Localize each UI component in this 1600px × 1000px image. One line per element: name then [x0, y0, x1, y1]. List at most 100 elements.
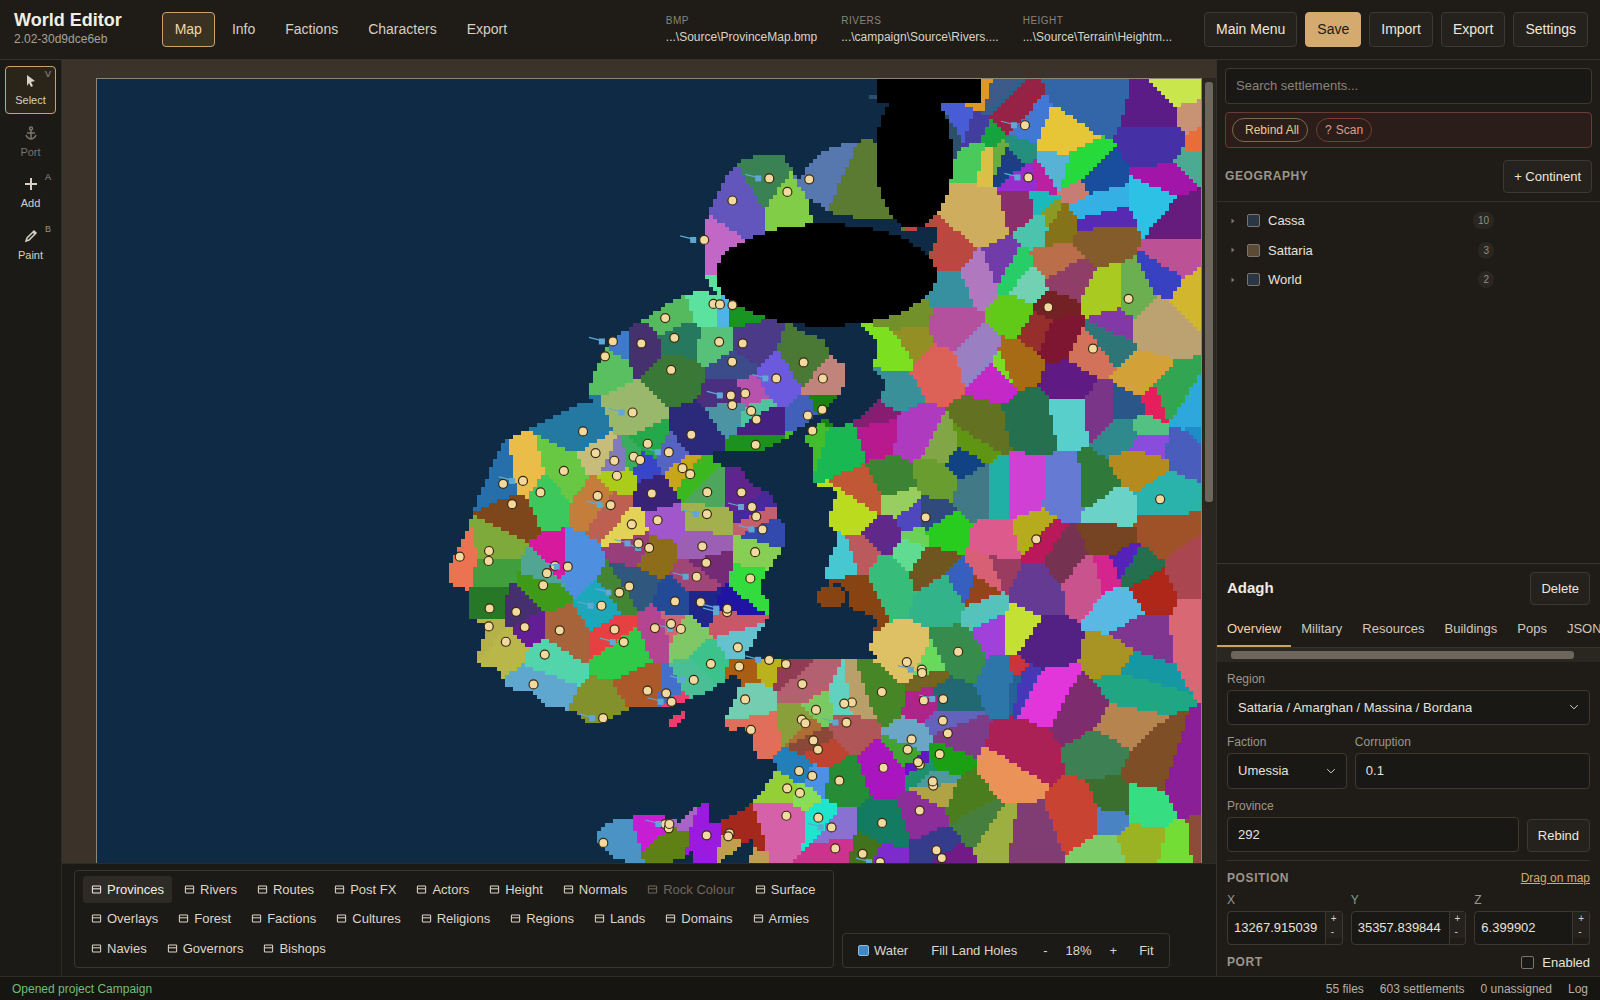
detail-tab[interactable]: JSON: [1557, 613, 1600, 647]
layer-button[interactable]: Post FX: [326, 876, 404, 904]
pencil-icon: [23, 228, 39, 244]
layer-label: Domains: [681, 909, 732, 929]
layer-label: Rock Colour: [663, 880, 735, 900]
layer-button[interactable]: Domains: [657, 905, 740, 933]
layer-button[interactable]: Rivers: [176, 876, 245, 904]
continent-row[interactable]: Sattaria3: [1217, 236, 1600, 266]
layer-button[interactable]: Height: [481, 876, 551, 904]
layer-icon: [647, 884, 658, 895]
main-tab[interactable]: Characters: [355, 12, 449, 47]
layer-icon: [510, 913, 521, 924]
layer-button[interactable]: Normals: [555, 876, 635, 904]
scan-label: Scan: [1336, 121, 1363, 139]
main-tab[interactable]: Export: [454, 12, 520, 47]
coordinate-input[interactable]: [1474, 911, 1573, 945]
tool-label: Paint: [8, 247, 53, 264]
tool-button[interactable]: PaintB: [5, 221, 56, 269]
settlement-panel: Rebind All?ScanGEOGRAPHY+ ContinentCassa…: [1216, 60, 1600, 976]
rebind-all-label: Rebind All: [1245, 121, 1299, 139]
tool-button[interactable]: SelectV: [5, 66, 56, 114]
detail-tab[interactable]: Buildings: [1435, 613, 1508, 647]
continent-color[interactable]: [1247, 244, 1260, 257]
layer-button[interactable]: Provinces: [83, 876, 172, 904]
water-toggle[interactable]: Water: [851, 938, 915, 964]
tab-scrollbar[interactable]: [1217, 648, 1600, 662]
log-button[interactable]: Log: [1568, 980, 1588, 998]
layer-label: Post FX: [350, 880, 396, 900]
layer-button[interactable]: Overlays: [83, 905, 166, 933]
main-tab[interactable]: Factions: [272, 12, 351, 47]
continent-row[interactable]: Cassa10: [1217, 206, 1600, 236]
layer-button[interactable]: Armies: [745, 905, 817, 933]
faction-select[interactable]: Umessia: [1227, 753, 1347, 789]
port-checkbox[interactable]: [1521, 956, 1534, 969]
layer-button[interactable]: Surface: [747, 876, 824, 904]
water-checkbox[interactable]: [858, 945, 869, 956]
header-button[interactable]: Settings: [1513, 12, 1588, 47]
settlement-search[interactable]: [1225, 68, 1592, 104]
layer-button[interactable]: Cultures: [328, 905, 408, 933]
main-tab[interactable]: Info: [219, 12, 268, 47]
scan-button[interactable]: ?Scan: [1316, 118, 1372, 142]
rebind-button[interactable]: Rebind: [1527, 819, 1590, 853]
rebind-all-button[interactable]: Rebind All: [1232, 118, 1308, 142]
add-continent-button[interactable]: + Continent: [1503, 160, 1592, 194]
fit-button[interactable]: Fit: [1132, 938, 1160, 964]
header-button[interactable]: Save: [1305, 12, 1361, 47]
province-input[interactable]: [1227, 817, 1519, 853]
layer-button[interactable]: Factions: [243, 905, 324, 933]
coordinate-stepper: +-: [1573, 911, 1590, 945]
region-label: Region: [1227, 670, 1590, 688]
port-row: PORT Enabled: [1227, 953, 1590, 973]
status-message: Opened project Campaign: [12, 980, 152, 998]
tool-button[interactable]: AddA: [5, 169, 56, 217]
header-button[interactable]: Import: [1369, 12, 1433, 47]
top-bar: World Editor2.02-30d9dce6ebMapInfoFactio…: [0, 0, 1600, 60]
layer-button[interactable]: Actors: [408, 876, 477, 904]
zoom-out-button[interactable]: -: [1036, 938, 1054, 964]
layer-button[interactable]: Regions: [502, 905, 582, 933]
header-actions: Main MenuSaveImportExportSettings: [1204, 12, 1588, 47]
layer-button[interactable]: Governors: [159, 935, 252, 963]
expand-arrow[interactable]: [1229, 244, 1239, 258]
delete-button[interactable]: Delete: [1530, 572, 1590, 606]
detail-tab[interactable]: Resources: [1352, 613, 1434, 647]
decrement-button[interactable]: -: [1450, 925, 1466, 938]
continent-name: Sattaria: [1268, 241, 1313, 261]
expand-arrow[interactable]: [1229, 214, 1239, 228]
port-title: PORT: [1227, 953, 1263, 971]
layer-button[interactable]: Lands: [586, 905, 653, 933]
continent-color[interactable]: [1247, 273, 1260, 286]
port-enabled-toggle[interactable]: Enabled: [1521, 953, 1590, 973]
zoom-in-button[interactable]: +: [1103, 938, 1125, 964]
layer-button[interactable]: Religions: [413, 905, 498, 933]
increment-button[interactable]: +: [1450, 912, 1466, 925]
map-scrollbar[interactable]: [1202, 78, 1216, 863]
map-canvas[interactable]: [96, 78, 1202, 863]
main-tab[interactable]: Map: [162, 12, 215, 47]
detail-tab[interactable]: Pops: [1507, 613, 1557, 647]
layer-button[interactable]: Navies: [83, 935, 155, 963]
corruption-input[interactable]: [1355, 753, 1590, 789]
layer-button[interactable]: Routes: [249, 876, 322, 904]
expand-arrow[interactable]: [1229, 273, 1239, 287]
increment-button[interactable]: +: [1573, 912, 1589, 925]
detail-tab[interactable]: Military: [1291, 613, 1352, 647]
increment-button[interactable]: +: [1326, 912, 1342, 925]
decrement-button[interactable]: -: [1573, 925, 1589, 938]
drag-on-map-link[interactable]: Drag on map: [1521, 869, 1590, 887]
continent-color[interactable]: [1247, 214, 1260, 227]
region-select[interactable]: Sattaria / Amarghan / Massina / Bordana: [1227, 690, 1590, 726]
coordinate-input[interactable]: [1227, 911, 1326, 945]
decrement-button[interactable]: -: [1326, 925, 1342, 938]
layer-button[interactable]: Bishops: [255, 935, 333, 963]
coordinate-input[interactable]: [1351, 911, 1450, 945]
arrow-icon: [1229, 276, 1237, 284]
layer-button[interactable]: Forest: [170, 905, 239, 933]
header-button[interactable]: Main Menu: [1204, 12, 1297, 47]
fill-holes-button[interactable]: Fill Land Holes: [919, 938, 1024, 964]
continent-row[interactable]: World2: [1217, 265, 1600, 295]
header-button[interactable]: Export: [1441, 12, 1505, 47]
layer-icon: [563, 884, 574, 895]
detail-tab[interactable]: Overview: [1217, 613, 1291, 647]
